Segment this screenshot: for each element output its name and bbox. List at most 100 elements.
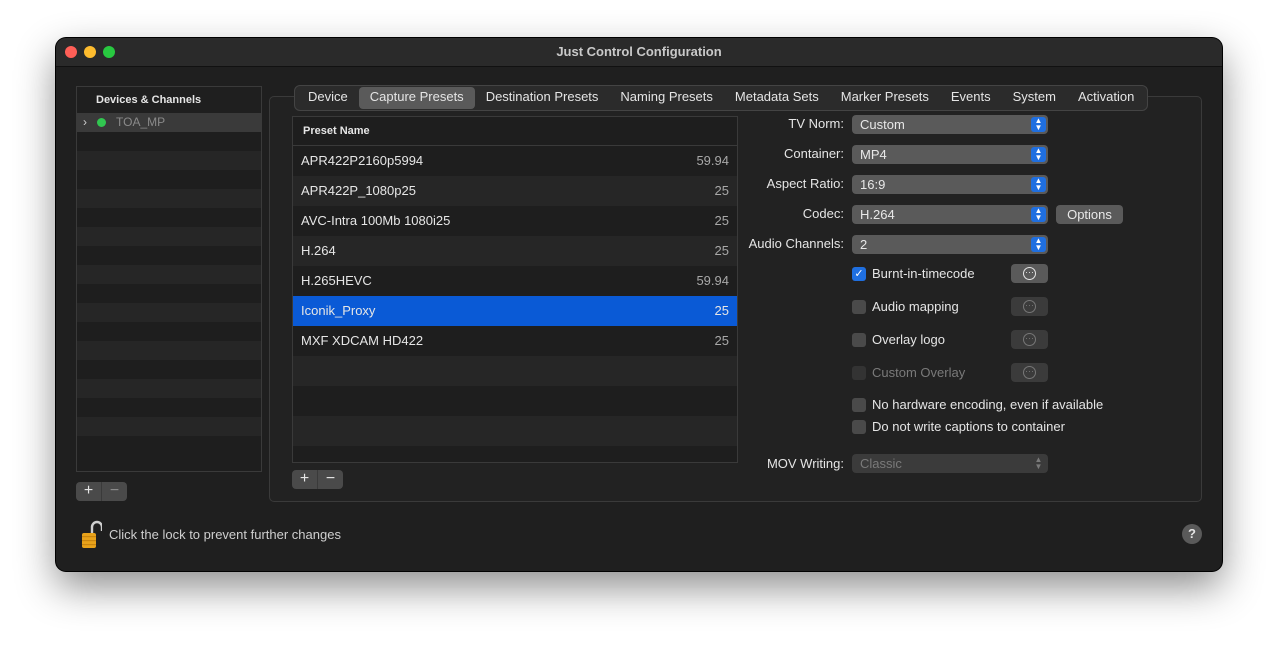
tab-bar: Device Capture Presets Destination Prese… xyxy=(294,85,1149,111)
tab-activation[interactable]: Activation xyxy=(1067,87,1145,109)
preset-fps: 25 xyxy=(714,333,729,348)
codec-options-button[interactable]: Options xyxy=(1056,205,1123,224)
tv-norm-label: TV Norm: xyxy=(788,116,844,131)
status-dot-icon xyxy=(97,118,106,127)
audio-channels-popup[interactable]: 2 ▲ ▼ xyxy=(852,235,1048,254)
no-captions-label: Do not write captions to container xyxy=(872,419,1065,434)
tab-marker-presets[interactable]: Marker Presets xyxy=(830,87,940,109)
mov-writing-popup[interactable]: Classic ▲ ▼ xyxy=(852,454,1048,473)
list-row xyxy=(77,360,261,379)
tab-metadata-sets[interactable]: Metadata Sets xyxy=(724,87,830,109)
tv-norm-popup[interactable]: Custom ▲ ▼ xyxy=(852,115,1048,134)
custom-overlay-settings-button[interactable]: ··· xyxy=(1011,363,1048,382)
devices-list[interactable]: Devices & Channels › TOA_MP xyxy=(76,86,262,472)
ellipsis-icon: ··· xyxy=(1023,332,1036,346)
tab-destination-presets[interactable]: Destination Presets xyxy=(475,87,610,109)
ellipsis-icon: ··· xyxy=(1023,365,1036,379)
ellipsis-icon: ··· xyxy=(1023,299,1036,313)
no-hardware-encoding-checkbox[interactable] xyxy=(852,398,866,412)
custom-overlay-checkbox[interactable] xyxy=(852,366,866,380)
tab-naming-presets[interactable]: Naming Presets xyxy=(609,87,723,109)
column-header-preset-name[interactable]: Preset Name xyxy=(293,117,737,146)
overlay-logo-label: Overlay logo xyxy=(872,332,945,347)
table-row[interactable]: H.265HEVC 59.94 xyxy=(293,266,737,296)
burnt-in-timecode-settings-button[interactable]: ··· xyxy=(1011,264,1048,283)
popup-arrows-icon: ▲ ▼ xyxy=(1031,237,1046,252)
audio-mapping-settings-button[interactable]: ··· xyxy=(1011,297,1048,316)
table-row-selected[interactable]: Iconik_Proxy 25 xyxy=(293,296,737,326)
empty-row xyxy=(293,386,737,416)
list-row xyxy=(77,284,261,303)
empty-row xyxy=(293,416,737,446)
popup-arrows-icon: ▲ ▼ xyxy=(1031,147,1046,162)
list-row xyxy=(77,379,261,398)
overlay-logo-checkbox[interactable] xyxy=(852,333,866,347)
codec-label: Codec: xyxy=(802,206,844,221)
unlocked-padlock-icon[interactable] xyxy=(82,520,102,550)
preset-name: H.264 xyxy=(301,243,336,258)
tab-device[interactable]: Device xyxy=(297,87,359,109)
preset-name: Iconik_Proxy xyxy=(301,303,376,318)
container-popup[interactable]: MP4 ▲ ▼ xyxy=(852,145,1048,164)
mov-writing-value: Classic xyxy=(860,456,902,471)
device-name: TOA_MP xyxy=(116,115,166,129)
table-row[interactable]: AVC-Intra 100Mb 1080i25 25 xyxy=(293,206,737,236)
popup-arrows-icon: ▲ ▼ xyxy=(1034,455,1043,471)
list-row xyxy=(77,303,261,322)
list-row xyxy=(77,436,261,455)
device-item-toa-mp[interactable]: › TOA_MP xyxy=(77,113,261,132)
tab-system[interactable]: System xyxy=(1002,87,1067,109)
list-row xyxy=(77,265,261,284)
empty-row xyxy=(293,446,737,462)
add-preset-button[interactable]: + xyxy=(292,470,317,489)
preset-name: MXF XDCAM HD422 xyxy=(301,333,424,348)
list-row xyxy=(77,208,261,227)
table-row[interactable]: APR422P2160p5994 59.94 xyxy=(293,146,737,176)
list-row xyxy=(77,341,261,360)
list-row xyxy=(77,398,261,417)
remove-preset-button[interactable]: − xyxy=(318,470,343,489)
popup-arrows-icon: ▲ ▼ xyxy=(1031,177,1046,192)
preset-fps: 59.94 xyxy=(696,273,729,288)
audio-channels-value: 2 xyxy=(860,237,868,252)
table-row[interactable]: H.264 25 xyxy=(293,236,737,266)
aspect-ratio-value: 16:9 xyxy=(860,177,886,192)
devices-list-header: Devices & Channels xyxy=(77,87,261,113)
audio-channels-label: Audio Channels: xyxy=(748,236,844,251)
codec-popup[interactable]: H.264 ▲ ▼ xyxy=(852,205,1048,224)
mov-writing-label: MOV Writing: xyxy=(766,456,844,471)
aspect-ratio-label: Aspect Ratio: xyxy=(766,176,844,191)
container-value: MP4 xyxy=(860,147,887,162)
window-title: Just Control Configuration xyxy=(556,44,722,59)
aspect-ratio-popup[interactable]: 16:9 ▲ ▼ xyxy=(852,175,1048,194)
overlay-logo-settings-button[interactable]: ··· xyxy=(1011,330,1048,349)
popup-arrows-icon: ▲ ▼ xyxy=(1031,207,1046,222)
container-label: Container: xyxy=(784,146,844,161)
no-captions-checkbox[interactable] xyxy=(852,420,866,434)
ellipsis-icon: ··· xyxy=(1023,266,1036,280)
tab-events[interactable]: Events xyxy=(940,87,1002,109)
burnt-in-timecode-label: Burnt-in-timecode xyxy=(872,266,975,281)
tab-capture-presets[interactable]: Capture Presets xyxy=(358,87,475,109)
audio-mapping-label: Audio mapping xyxy=(872,299,959,314)
title-bar: Just Control Configuration xyxy=(56,38,1222,67)
custom-overlay-label: Custom Overlay xyxy=(872,365,966,380)
preset-fps: 25 xyxy=(714,303,729,318)
empty-row xyxy=(293,356,737,386)
table-row[interactable]: MXF XDCAM HD422 25 xyxy=(293,326,737,356)
list-row xyxy=(77,322,261,341)
list-row xyxy=(77,132,261,151)
list-row xyxy=(77,151,261,170)
chevron-right-icon[interactable]: › xyxy=(83,113,87,132)
tv-norm-value: Custom xyxy=(860,117,905,132)
preset-name: APR422P_1080p25 xyxy=(301,183,416,198)
device-add-remove: + − xyxy=(76,482,127,501)
presets-table[interactable]: Preset Name APR422P2160p5994 59.94 APR42… xyxy=(292,116,738,463)
audio-mapping-checkbox[interactable] xyxy=(852,300,866,314)
burnt-in-timecode-checkbox[interactable]: ✓ xyxy=(852,267,866,281)
remove-device-button[interactable]: − xyxy=(102,482,127,501)
list-row xyxy=(77,189,261,208)
help-button[interactable]: ? xyxy=(1182,524,1202,544)
table-row[interactable]: APR422P_1080p25 25 xyxy=(293,176,737,206)
add-device-button[interactable]: + xyxy=(76,482,101,501)
